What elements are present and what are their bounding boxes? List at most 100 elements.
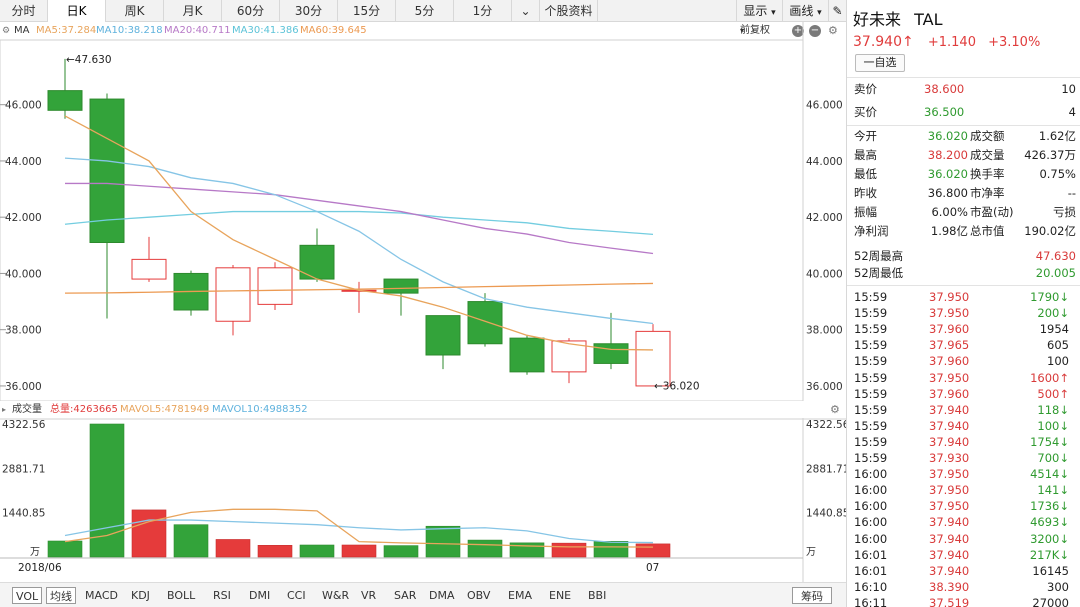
draw-line-menu-button[interactable]: 画线 ▾ bbox=[782, 0, 828, 21]
quote-panel: 好未来 TAL 37.940↑ +1.140 +3.10% 一自选 卖价 38.… bbox=[846, 0, 1080, 607]
volume-bar[interactable] bbox=[47, 540, 83, 558]
indicator-macd-button[interactable]: MACD bbox=[82, 587, 121, 604]
candle[interactable] bbox=[635, 324, 671, 387]
tab-1min[interactable]: 1分 bbox=[454, 0, 512, 22]
tick-row[interactable]: 16:00 37.940 4693↓ bbox=[847, 514, 1080, 530]
tick-price: 37.950 bbox=[929, 499, 970, 514]
tick-row[interactable]: 15:59 37.950 1600↑ bbox=[847, 370, 1080, 386]
tick-volume: 3200↓ bbox=[1030, 531, 1069, 546]
tick-row[interactable]: 15:59 37.940 1754↓ bbox=[847, 434, 1080, 450]
tick-time: 15:59 bbox=[854, 290, 888, 304]
tick-volume: 118↓ bbox=[1037, 402, 1069, 417]
tab-monthly-k[interactable]: 月K bbox=[164, 0, 222, 22]
volume-bar[interactable] bbox=[215, 539, 251, 558]
tick-volume: 217K↓ bbox=[1029, 547, 1069, 562]
candle[interactable] bbox=[383, 278, 419, 316]
add-watchlist-button[interactable]: 一自选 bbox=[855, 54, 905, 72]
candle[interactable] bbox=[173, 270, 209, 316]
tick-row[interactable]: 16:00 37.950 141↓ bbox=[847, 482, 1080, 498]
tick-volume: 16145 bbox=[1032, 563, 1069, 578]
tick-row[interactable]: 16:00 37.950 1736↓ bbox=[847, 498, 1080, 514]
indicator-rsi-button[interactable]: RSI bbox=[210, 587, 234, 604]
candle[interactable] bbox=[215, 265, 251, 336]
tick-row[interactable]: 15:59 37.950 1790↓ bbox=[847, 289, 1080, 305]
volume-bar[interactable] bbox=[635, 543, 671, 558]
pencil-icon[interactable]: ✎ bbox=[828, 0, 846, 21]
tab-weekly-k[interactable]: 周K bbox=[106, 0, 164, 22]
tab-stock-info[interactable]: 个股资料 bbox=[540, 0, 598, 22]
volume-bar[interactable] bbox=[299, 544, 335, 558]
indicator-kdj-button[interactable]: KDJ bbox=[128, 587, 153, 604]
volume-bar[interactable] bbox=[131, 509, 167, 558]
indicator-ene-button[interactable]: ENE bbox=[546, 587, 574, 604]
draw-line-chevron-icon: ▾ bbox=[817, 8, 822, 18]
tick-row[interactable]: 15:59 37.960 1954 bbox=[847, 321, 1080, 337]
price-tick-label-left: 40.000 bbox=[5, 268, 42, 280]
tick-row[interactable]: 15:59 37.950 200↓ bbox=[847, 305, 1080, 321]
bid-price: 36.500 bbox=[924, 105, 965, 119]
tab-bar-spacer bbox=[598, 0, 736, 21]
volume-bar[interactable] bbox=[593, 541, 629, 558]
indicator-ma-button[interactable]: 均线 bbox=[46, 587, 76, 604]
volume-bar[interactable] bbox=[341, 544, 377, 558]
volume-bar[interactable] bbox=[257, 545, 293, 558]
tick-row[interactable]: 15:59 37.965 605 bbox=[847, 337, 1080, 353]
volume-toggle-icon[interactable]: ▸ bbox=[2, 401, 6, 418]
candle[interactable] bbox=[89, 93, 125, 319]
indicator-cci-button[interactable]: CCI bbox=[284, 587, 309, 604]
candle[interactable] bbox=[425, 315, 461, 370]
price-tick-label-right: 42.000 bbox=[806, 212, 843, 224]
volume-settings-icon[interactable]: ⚙ bbox=[830, 401, 840, 418]
indicator-vol-button[interactable]: VOL bbox=[12, 587, 43, 604]
tick-row[interactable]: 16:01 37.940 217K↓ bbox=[847, 547, 1080, 563]
tab-30min[interactable]: 30分 bbox=[280, 0, 338, 22]
volume-bar[interactable] bbox=[551, 542, 587, 558]
candle[interactable] bbox=[509, 335, 545, 375]
price-tick-label-left: 38.000 bbox=[5, 325, 42, 337]
tick-price: 37.950 bbox=[929, 483, 970, 498]
indicator-bbi-button[interactable]: BBI bbox=[585, 587, 609, 604]
indicator-vr-button[interactable]: VR bbox=[358, 587, 379, 604]
tick-row[interactable]: 16:10 38.390 300 bbox=[847, 579, 1080, 595]
indicator-dma-button[interactable]: DMA bbox=[426, 587, 458, 604]
stat-value: 亏损 bbox=[1053, 205, 1076, 219]
volume-bar[interactable] bbox=[383, 545, 419, 558]
display-menu-button[interactable]: 显示 ▾ bbox=[736, 0, 782, 21]
week52-low-label: 52周最低 bbox=[854, 266, 904, 280]
candle[interactable] bbox=[593, 312, 629, 370]
stat-label: 成交量 bbox=[970, 148, 1005, 162]
tick-row[interactable]: 15:59 37.940 118↓ bbox=[847, 402, 1080, 418]
indicator-obv-button[interactable]: OBV bbox=[464, 587, 493, 604]
tick-row[interactable]: 15:59 37.940 100↓ bbox=[847, 418, 1080, 434]
volume-bar[interactable] bbox=[173, 524, 209, 558]
tick-row[interactable]: 15:59 37.930 700↓ bbox=[847, 450, 1080, 466]
volume-bar[interactable] bbox=[425, 525, 461, 558]
week52-low-value: 20.005 bbox=[1035, 266, 1076, 280]
indicator-ema-button[interactable]: EMA bbox=[505, 587, 535, 604]
tick-row[interactable]: 16:01 37.940 16145 bbox=[847, 563, 1080, 579]
indicator-boll-button[interactable]: BOLL bbox=[164, 587, 198, 604]
tick-row[interactable]: 16:00 37.940 3200↓ bbox=[847, 531, 1080, 547]
more-periods-chevron-icon[interactable]: ⌄ bbox=[512, 0, 540, 22]
indicator-sar-button[interactable]: SAR bbox=[391, 587, 419, 604]
candle[interactable] bbox=[257, 262, 293, 310]
tick-price: 38.390 bbox=[929, 579, 970, 594]
indicator-wr-button[interactable]: W&R bbox=[319, 587, 352, 604]
kline-chart[interactable]: 46.000 46.000 44.000 44.000 42.000 42.000 40.0… bbox=[0, 22, 846, 582]
tab-60min[interactable]: 60分 bbox=[222, 0, 280, 22]
chips-button[interactable]: 筹码 bbox=[792, 587, 832, 604]
tab-daily-k[interactable]: 日K bbox=[48, 0, 106, 22]
indicator-dmi-button[interactable]: DMI bbox=[246, 587, 273, 604]
tick-time: 15:59 bbox=[854, 354, 888, 369]
tick-row[interactable]: 15:59 37.960 500↑ bbox=[847, 386, 1080, 402]
tab-intraday[interactable]: 分时 bbox=[0, 0, 48, 22]
tab-5min[interactable]: 5分 bbox=[396, 0, 454, 22]
candle[interactable] bbox=[131, 236, 167, 282]
tick-row[interactable]: 15:59 37.960 100 bbox=[847, 353, 1080, 369]
tab-15min[interactable]: 15分 bbox=[338, 0, 396, 22]
price-line: 37.940↑ +1.140 +3.10% bbox=[853, 34, 1040, 50]
tick-row[interactable]: 16:00 37.950 4514↓ bbox=[847, 466, 1080, 482]
volume-bar[interactable] bbox=[467, 539, 503, 558]
tick-row[interactable]: 16:11 37.519 27000 bbox=[847, 595, 1080, 607]
candle[interactable] bbox=[47, 58, 83, 119]
